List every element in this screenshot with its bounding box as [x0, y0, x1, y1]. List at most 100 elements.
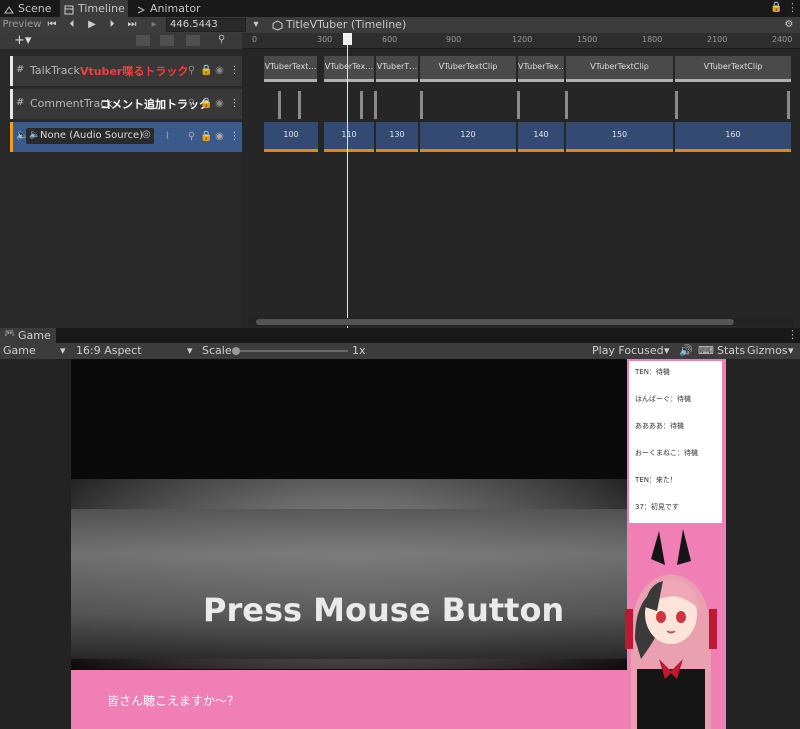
lock-track-icon[interactable]: 🔒 — [200, 131, 212, 142]
more-options-icon[interactable]: ⋮ — [787, 1, 798, 14]
record-icon[interactable]: ⚲ — [186, 131, 197, 142]
stats-button[interactable]: Stats — [717, 343, 745, 359]
audio-source-field[interactable]: 🔈 None (Audio Source) ◎ — [26, 128, 154, 144]
mute-eye-icon[interactable]: ◉ — [214, 65, 225, 76]
tab-scene[interactable]: Scene — [0, 0, 56, 17]
add-track-icon[interactable]: +▾ — [14, 33, 31, 49]
audio-clip[interactable]: 130 — [376, 122, 418, 152]
track-color-bar — [10, 89, 13, 119]
talk-clip[interactable]: VTuberTextClip — [566, 56, 673, 82]
lock-track-icon[interactable]: 🔒 — [200, 65, 212, 76]
comment-marker[interactable] — [360, 91, 363, 119]
talk-clip[interactable]: VTuberTextClip — [420, 56, 516, 82]
timeline-asset-name[interactable]: TitleVTuber (Timeline) — [270, 17, 406, 33]
comment-marker[interactable] — [374, 91, 377, 119]
track-header-panel: +▾ ⚲ # TalkTrack Vtuber喋るトラック ⚲ 🔒 ◉ ⋮ # … — [0, 33, 242, 328]
tab-game[interactable]: 🎮 Game — [0, 328, 56, 343]
editor-tab-strip: Scene Timeline Animator 🔒 ⋮ — [0, 0, 800, 17]
track-menu-icon[interactable]: ⋮ — [229, 65, 240, 76]
track-menu-icon[interactable]: ⋮ — [229, 98, 240, 109]
timeline-clips-area[interactable]: 0 300 600 900 1200 1500 1800 2100 2400 V… — [242, 33, 800, 328]
scale-slider[interactable] — [236, 350, 348, 352]
comment-marker[interactable] — [565, 91, 568, 119]
time-ruler[interactable]: 0 300 600 900 1200 1500 1800 2100 2400 — [242, 33, 800, 49]
time-field[interactable]: 446.5443 — [166, 18, 246, 32]
preview-button[interactable]: Preview — [2, 17, 42, 33]
comment-marker[interactable] — [298, 91, 301, 119]
press-mouse-button-text: Press Mouse Button — [203, 591, 565, 629]
ruler-tick: 900 — [446, 35, 462, 44]
talk-clip[interactable]: VTuberText… — [264, 56, 317, 82]
comment-marker[interactable] — [675, 91, 678, 119]
goto-end-icon[interactable]: ⏭ — [124, 17, 140, 33]
comment-marker[interactable] — [278, 91, 281, 119]
audio-mute-icon[interactable]: 🔊 — [679, 343, 693, 359]
audio-clip[interactable]: 100 — [264, 122, 318, 152]
ruler-tick: 0 — [252, 35, 258, 44]
play-mode-dropdown[interactable]: Play Focused — [592, 343, 664, 359]
snap-icon[interactable] — [136, 35, 150, 46]
comment-marker[interactable] — [517, 91, 520, 119]
lock-track-icon[interactable]: 🔒 — [200, 98, 212, 109]
replace-icon[interactable] — [186, 35, 200, 46]
comment-marker[interactable] — [420, 91, 423, 119]
ruler-tick: 600 — [382, 35, 398, 44]
curves-icon[interactable]: ⌇ — [162, 131, 173, 142]
audio-clip[interactable]: 120 — [420, 122, 516, 152]
game-view[interactable]: Press Mouse Button TEN：待機 はんばーぐ：待機 ああああ：… — [0, 359, 800, 729]
chevron-down-icon: ▾ — [788, 344, 794, 357]
more-options-icon[interactable]: ⋮ — [787, 328, 798, 341]
chevron-down-icon: ▾ — [664, 344, 670, 357]
record-icon[interactable]: ⚲ — [186, 98, 197, 109]
talk-track-header[interactable]: # TalkTrack Vtuber喋るトラック ⚲ 🔒 ◉ ⋮ — [10, 56, 242, 86]
comment-marker[interactable] — [787, 91, 790, 119]
scrollbar-thumb[interactable] — [256, 319, 734, 325]
mute-eye-icon[interactable]: ◉ — [214, 98, 225, 109]
track-menu-icon[interactable]: ⋮ — [229, 131, 240, 142]
talk-clip[interactable]: VTuberTextClip — [675, 56, 791, 82]
talk-clip[interactable]: VTuberT… — [376, 56, 418, 82]
audio-clip[interactable]: 150 — [566, 122, 673, 152]
pin-icon[interactable]: ⚲ — [218, 34, 225, 45]
tab-animator[interactable]: Animator — [132, 0, 202, 17]
tab-timeline[interactable]: Timeline — [60, 0, 128, 17]
audio-clip[interactable]: 110 — [324, 122, 374, 152]
chevron-down-icon: ▾ — [60, 344, 66, 357]
scene-icon — [4, 3, 14, 14]
chat-message: はんばーぐ：待機 — [635, 395, 691, 403]
audio-source-label: None (Audio Source) — [40, 130, 144, 141]
scale-slider-handle[interactable] — [232, 347, 240, 355]
object-picker-icon[interactable]: ◎ — [142, 129, 151, 140]
play-icon[interactable]: ▶ — [84, 17, 100, 33]
track-color-bar — [10, 56, 13, 86]
gizmos-button[interactable]: Gizmos — [747, 343, 788, 359]
comment-track-header[interactable]: # CommentTrack コメント追加トラック ⚲ 🔒 ◉ ⋮ — [10, 89, 242, 119]
display-dropdown[interactable]: Game — [3, 343, 36, 359]
playhead-handle[interactable] — [343, 33, 352, 45]
ripple-icon[interactable] — [160, 35, 174, 46]
ruler-tick: 2400 — [772, 35, 793, 44]
talk-clip[interactable]: VTuberTex… — [518, 56, 564, 82]
scale-label: Scale — [202, 344, 232, 357]
game-scene[interactable]: Press Mouse Button TEN：待機 はんばーぐ：待機 ああああ：… — [71, 359, 726, 729]
prev-frame-icon[interactable]: ⏴ — [64, 17, 80, 33]
keyboard-icon[interactable]: ⌨ — [698, 343, 714, 359]
settings-gear-icon[interactable]: ⚙ — [782, 17, 796, 33]
ruler-tick: 2100 — [707, 35, 728, 44]
script-track-icon: # — [16, 64, 25, 75]
mute-eye-icon[interactable]: ◉ — [214, 131, 225, 142]
loop-icon[interactable]: ▸ — [146, 17, 162, 33]
audio-track-header[interactable]: 🔈 🔈 None (Audio Source) ◎ ⌇ ⚲ 🔒 ◉ ⋮ — [10, 122, 242, 152]
timeline-dropdown-icon[interactable]: ▾ — [250, 17, 262, 33]
playhead-line[interactable] — [347, 33, 348, 328]
aspect-dropdown[interactable]: 16:9 Aspect — [76, 343, 142, 359]
audio-clip[interactable]: 140 — [518, 122, 564, 152]
record-icon[interactable]: ⚲ — [186, 65, 197, 76]
tab-timeline-label: Timeline — [78, 2, 125, 15]
timeline-horizontal-scrollbar[interactable] — [248, 318, 793, 326]
next-frame-icon[interactable]: ⏵ — [104, 17, 120, 33]
audio-clip[interactable]: 160 — [675, 122, 791, 152]
goto-start-icon[interactable]: ⏮ — [44, 17, 60, 33]
talk-clip[interactable]: VTuberTex… — [324, 56, 374, 82]
lock-icon[interactable]: 🔒 — [770, 2, 782, 13]
